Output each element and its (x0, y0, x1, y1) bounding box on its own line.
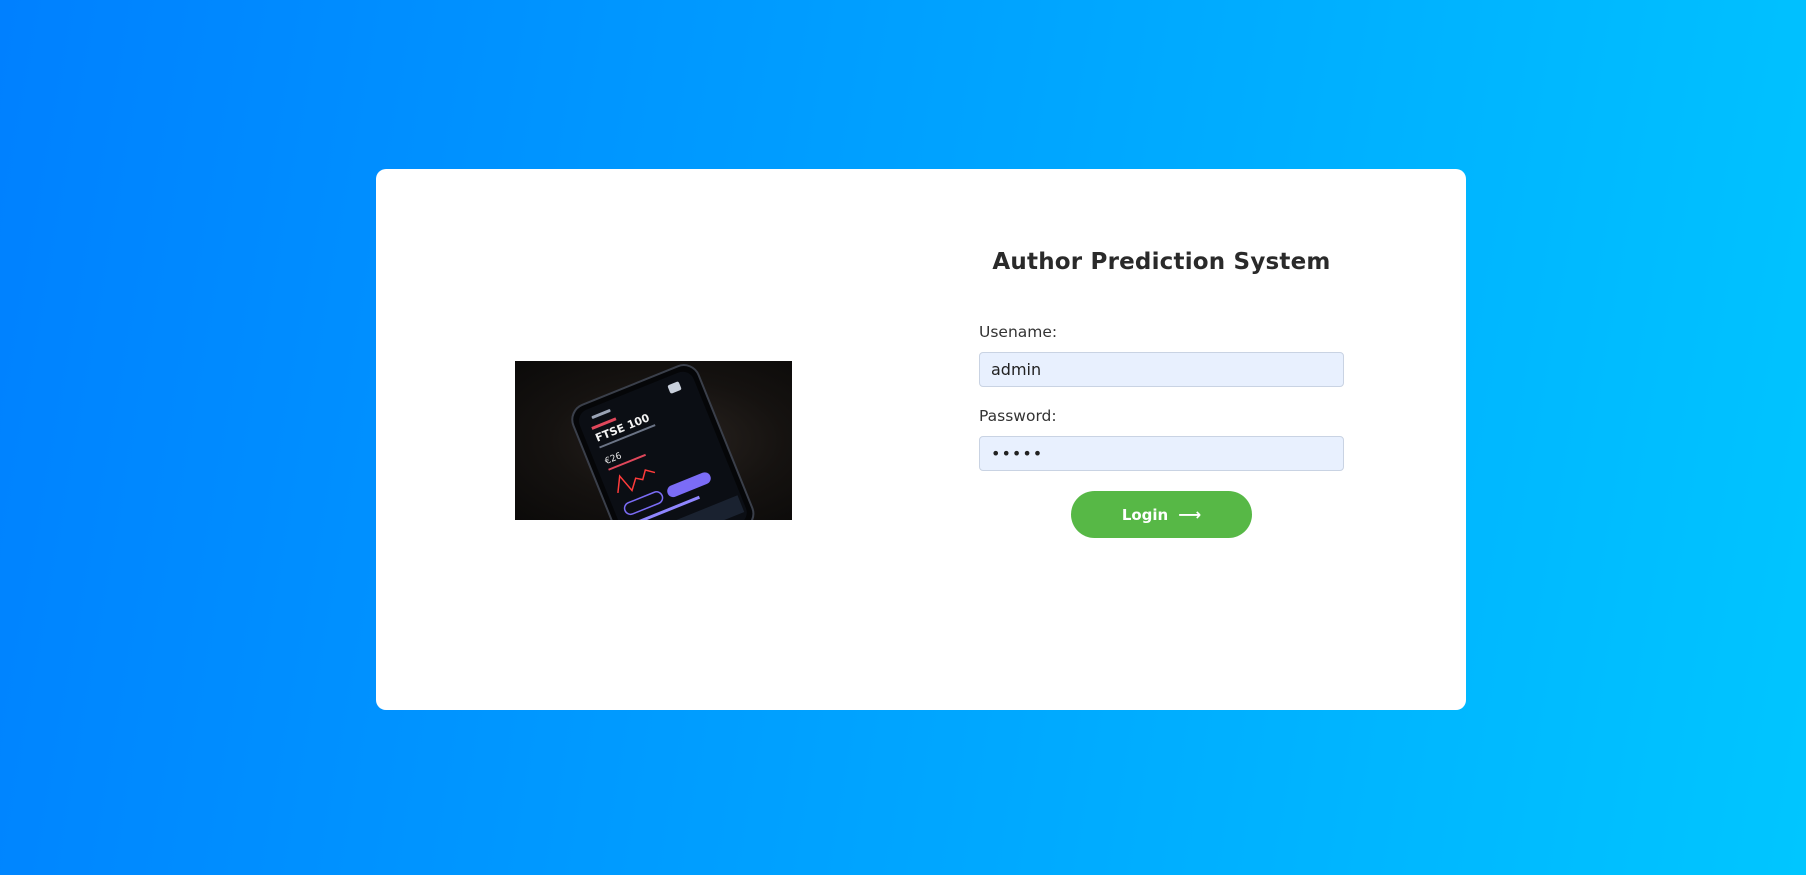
page-title: Author Prediction System (992, 249, 1331, 275)
login-form: Author Prediction System Usename: Passwo… (979, 169, 1344, 710)
password-label: Password: (979, 407, 1057, 425)
username-input[interactable] (979, 352, 1344, 387)
arrow-right-icon: ⟶ (1178, 504, 1202, 524)
username-label: Usename: (979, 323, 1058, 341)
phone-illustration: FTSE 100 €26 (571, 364, 755, 520)
password-input[interactable] (979, 436, 1344, 471)
login-button-label: Login (1121, 505, 1169, 524)
stock-phone-image: FTSE 100 €26 (515, 361, 792, 520)
login-button[interactable]: Login ⟶ (1071, 491, 1252, 538)
login-card: FTSE 100 €26 Author Prediction System Us… (376, 169, 1466, 710)
